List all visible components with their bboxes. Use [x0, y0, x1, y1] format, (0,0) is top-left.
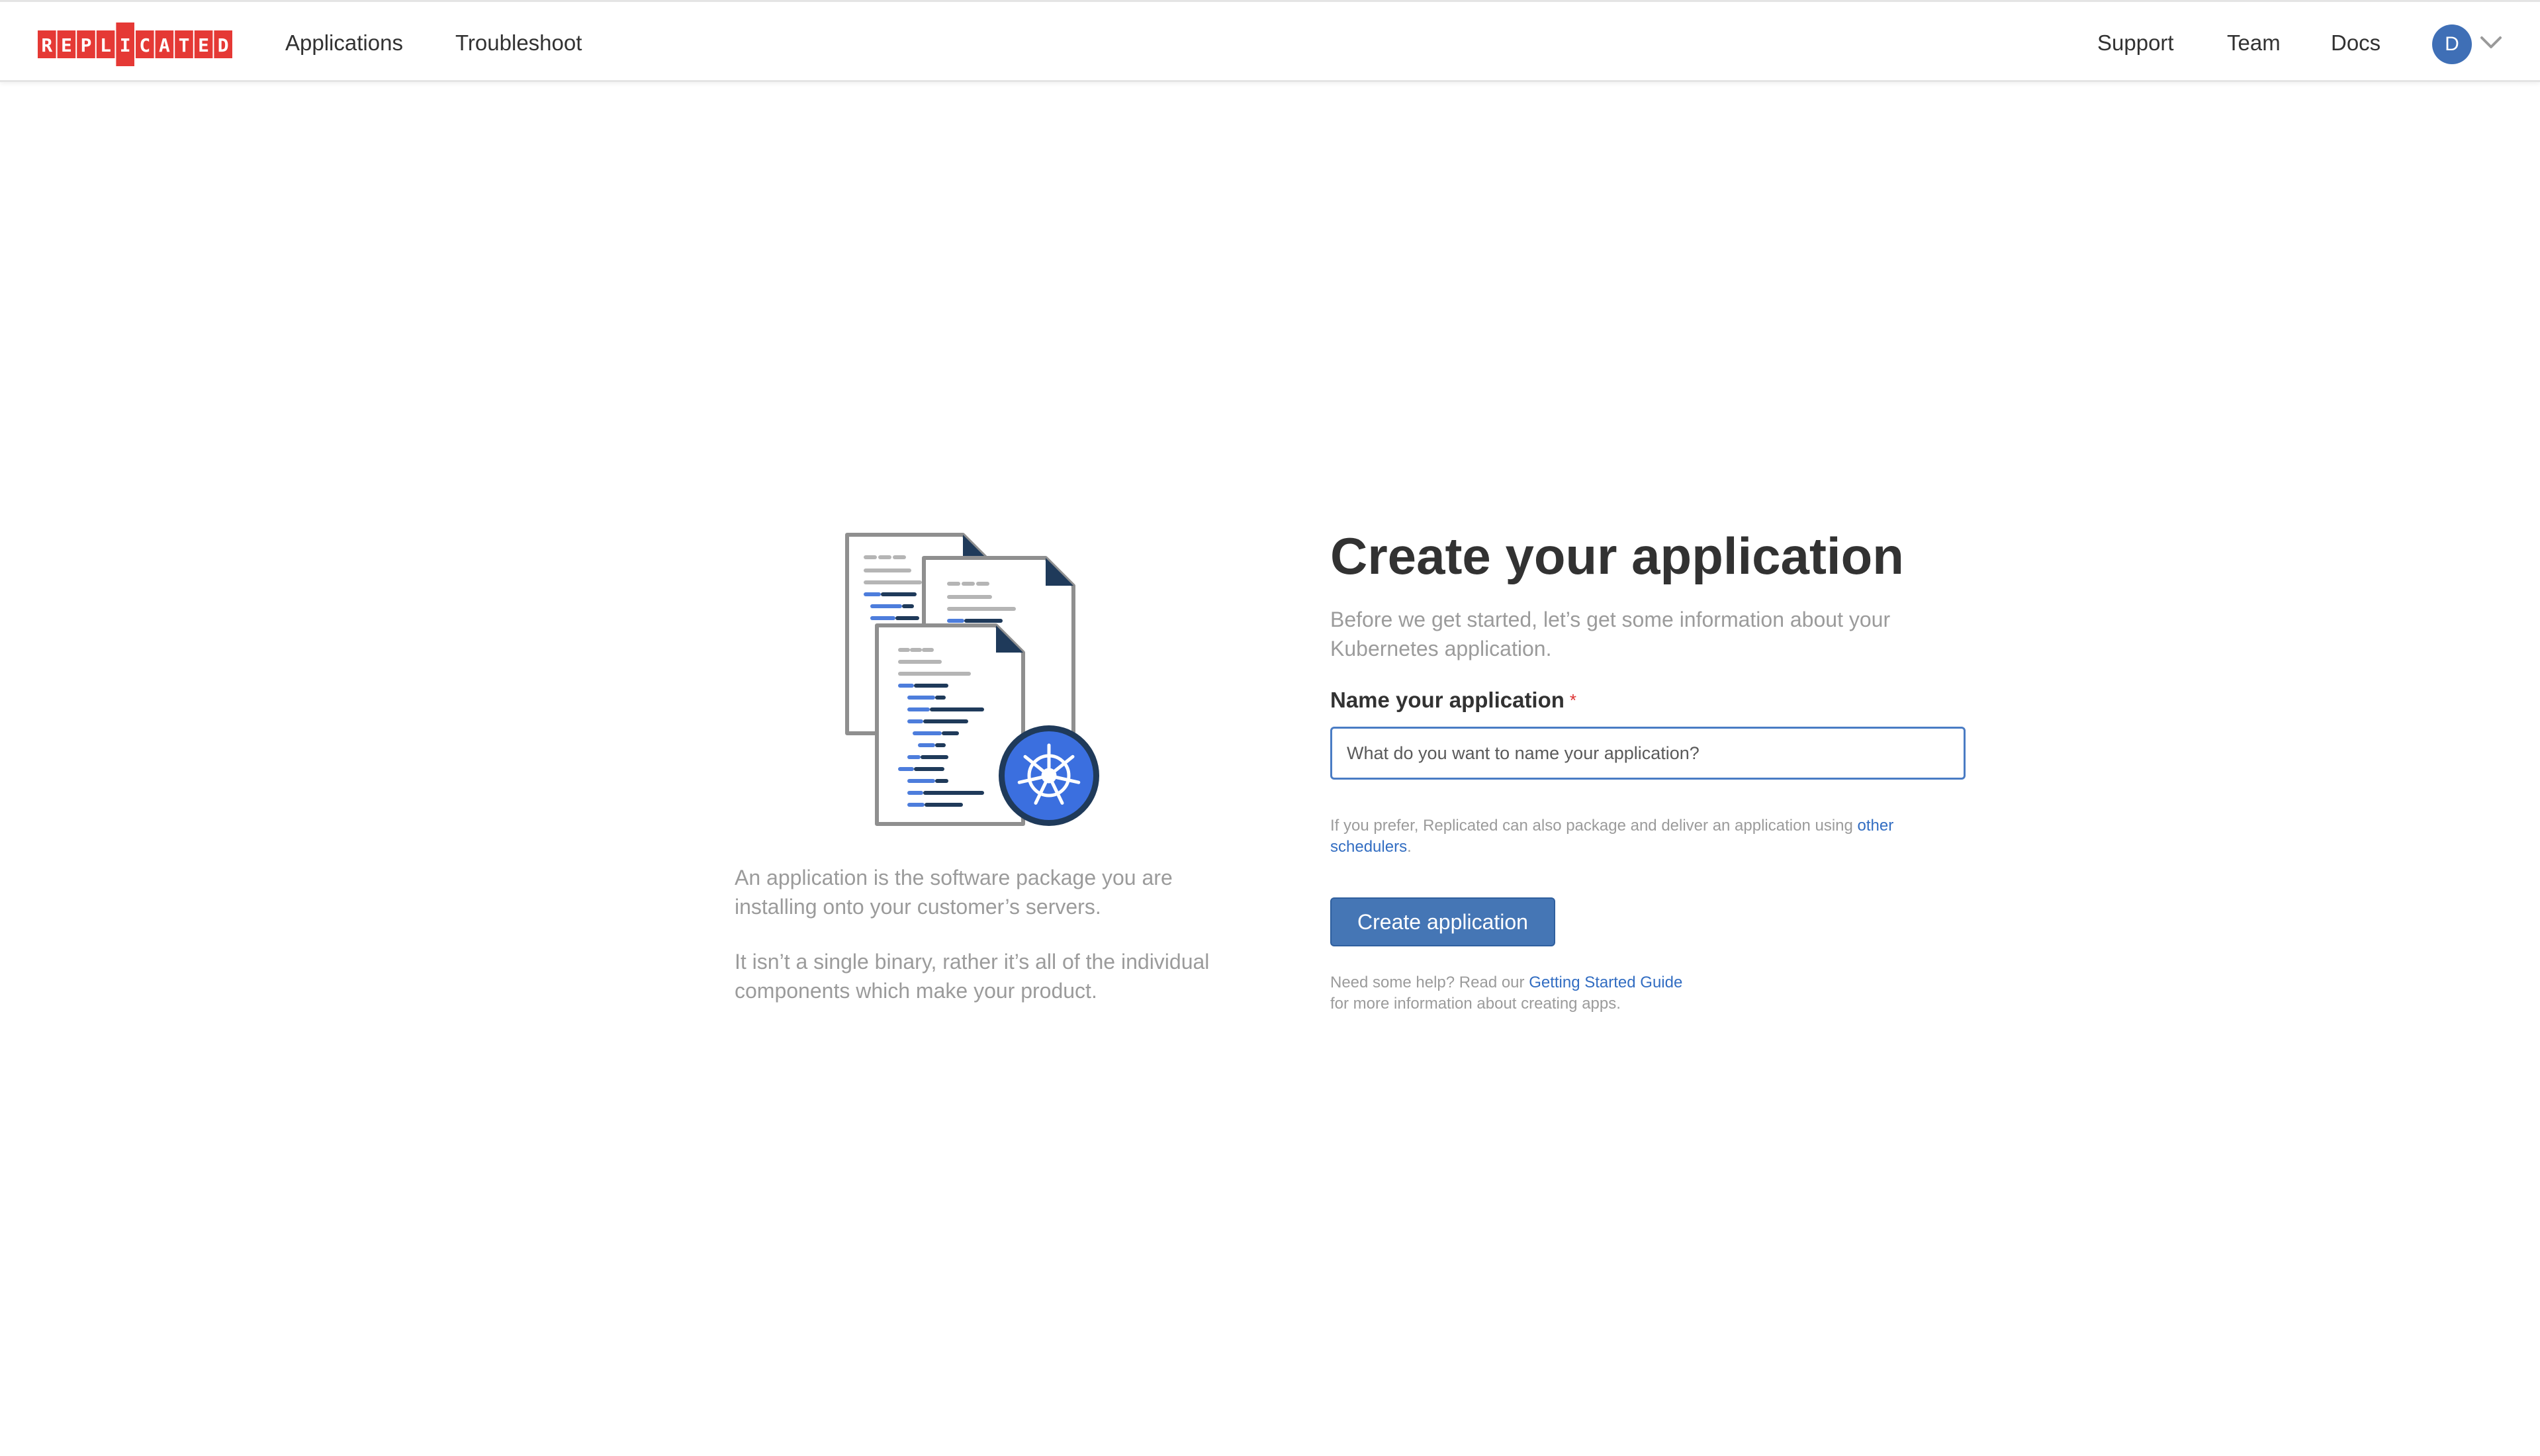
- other-schedulers-hint: If you prefer, Replicated can also packa…: [1330, 815, 1952, 858]
- logo-letter: E: [61, 34, 72, 56]
- nav-link-troubleshoot[interactable]: Troubleshoot: [455, 30, 582, 56]
- name-field-label-text: Name your application: [1330, 688, 1565, 712]
- logo-letter: C: [139, 34, 150, 56]
- top-navigation-bar: REPLICATED Applications Troubleshoot Sup…: [0, 0, 2540, 82]
- logo-letter: P: [81, 34, 92, 56]
- logo-letter: L: [100, 34, 111, 56]
- getting-started-guide-link[interactable]: Getting Started Guide: [1529, 974, 1682, 991]
- help-hint-text: Need some help? Read our: [1330, 974, 1529, 991]
- application-name-input[interactable]: [1330, 727, 1966, 780]
- logo-letter: D: [218, 34, 229, 56]
- nav-link-team[interactable]: Team: [2227, 30, 2281, 56]
- required-marker: *: [1569, 690, 1577, 710]
- document-front: [875, 623, 1025, 826]
- logo-letter: I: [120, 34, 131, 56]
- page-title: Create your application: [1330, 527, 1904, 585]
- description-paragraph-2: It isn’t a single binary, rather it’s al…: [735, 950, 1210, 1003]
- schedulers-hint-text: If you prefer, Replicated can also packa…: [1330, 817, 1858, 835]
- create-application-button[interactable]: Create application: [1330, 897, 1555, 946]
- schedulers-hint-suffix: .: [1407, 838, 1412, 856]
- help-hint: Need some help? Read our Getting Started…: [1330, 972, 1952, 1015]
- kubernetes-wheel-icon: [999, 725, 1099, 826]
- user-avatar[interactable]: D: [2432, 24, 2472, 64]
- description-paragraph-1: An application is the software package y…: [735, 866, 1173, 919]
- nav-link-support[interactable]: Support: [2097, 30, 2174, 56]
- logo-letter: E: [198, 34, 209, 56]
- name-field-label: Name your application *: [1330, 686, 1576, 715]
- replicated-logo[interactable]: REPLICATED: [38, 23, 234, 66]
- kubernetes-documents-icon: [845, 533, 1099, 826]
- page-subtitle: Before we get started, let’s get some in…: [1330, 608, 1891, 660]
- logo-letter: A: [159, 34, 170, 56]
- chevron-down-icon[interactable]: [2478, 31, 2504, 55]
- help-hint-suffix: for more information about creating apps…: [1330, 995, 1621, 1013]
- logo-letter: R: [41, 34, 52, 56]
- nav-link-applications[interactable]: Applications: [285, 30, 403, 56]
- nav-link-docs[interactable]: Docs: [2331, 30, 2381, 56]
- logo-letter: T: [179, 34, 190, 56]
